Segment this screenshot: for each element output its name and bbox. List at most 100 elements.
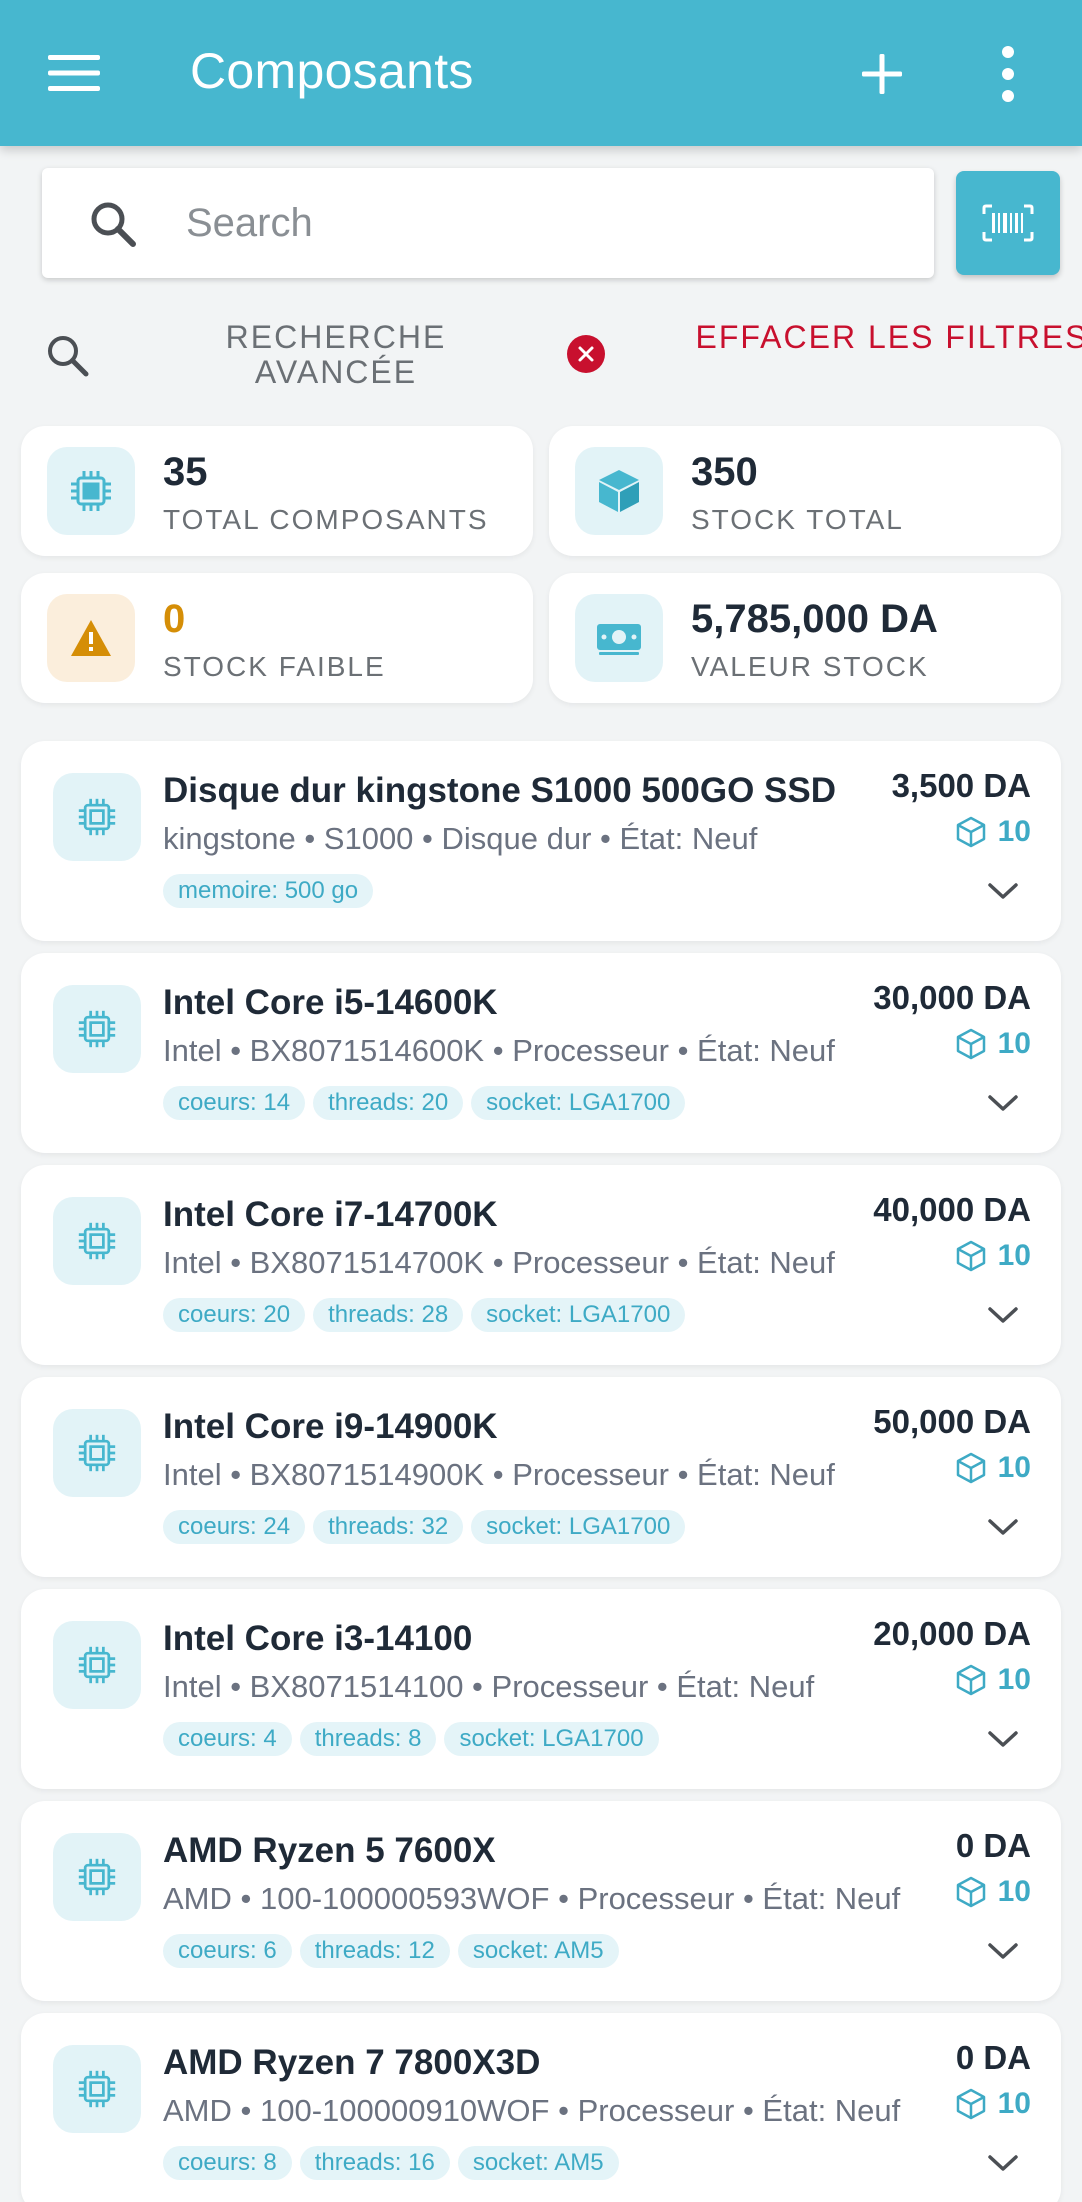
product-name: Intel Core i5-14600K	[163, 983, 498, 1022]
spec-tag: coeurs: 4	[163, 1722, 292, 1756]
cpu-chip-icon	[78, 1434, 116, 1472]
product-stock: 10	[956, 1451, 1031, 1485]
cash-icon	[597, 624, 641, 655]
product-price: 20,000 DA	[873, 1615, 1031, 1652]
chevron-down-icon	[988, 1095, 1018, 1111]
product-stock: 10	[956, 1663, 1031, 1697]
cpu-chip-icon	[78, 2070, 116, 2108]
search-icon	[91, 202, 136, 247]
spec-tag: socket: LGA1700	[444, 1722, 659, 1756]
spec-tag: socket: AM5	[457, 2146, 619, 2180]
expand-button[interactable]	[983, 1295, 1023, 1335]
box-outline-icon	[956, 1240, 985, 1272]
product-price: 0 DA	[955, 2039, 1031, 2076]
spec-tag: memoire: 500 go	[163, 874, 374, 908]
spec-tag: threads: 20	[313, 1086, 464, 1120]
product-card[interactable]: Intel Core i5-14600K Intel • BX807151460…	[21, 953, 1061, 1153]
product-meta: AMD • 100-100000910WOF • Processeur • Ét…	[163, 2093, 901, 2128]
add-component-button[interactable]	[846, 38, 918, 110]
stat-value: 5,785,000 DA	[691, 597, 938, 641]
app-bar: Composants	[0, 0, 1082, 146]
product-card[interactable]: Intel Core i7-14700K Intel • BX807151470…	[21, 1165, 1061, 1365]
chevron-down-icon	[988, 2155, 1018, 2171]
chevron-down-icon	[988, 1731, 1018, 1747]
product-card[interactable]: AMD Ryzen 5 7600X AMD • 100-100000593WOF…	[21, 1801, 1061, 2001]
expand-button[interactable]	[983, 1719, 1023, 1759]
stat-value: 35	[163, 450, 208, 494]
product-name: AMD Ryzen 7 7800X3D	[163, 2043, 541, 2082]
product-tags: memoire: 500 go	[163, 874, 374, 908]
product-meta: kingstone • S1000 • Disque dur • État: N…	[163, 821, 758, 856]
product-price: 0 DA	[955, 1827, 1031, 1864]
product-price: 30,000 DA	[873, 979, 1031, 1016]
box-outline-icon	[956, 1452, 985, 1484]
product-price: 40,000 DA	[873, 1191, 1031, 1228]
clear-filters-button[interactable]: EFFACER LES FILTRES	[566, 312, 1082, 402]
more-options-button[interactable]	[972, 38, 1044, 110]
stock-quantity: 10	[997, 1451, 1031, 1484]
spec-tag: threads: 12	[299, 1934, 450, 1968]
box-outline-icon	[956, 1876, 985, 1908]
cpu-chip-icon	[71, 471, 111, 511]
expand-button[interactable]	[983, 2143, 1023, 2183]
search-input[interactable]	[186, 188, 906, 258]
product-name: Disque dur kingstone S1000 500GO SSD	[163, 771, 836, 810]
stat-label: STOCK FAIBLE	[163, 651, 386, 682]
page-title: Composants	[190, 43, 474, 99]
expand-button[interactable]	[983, 1507, 1023, 1547]
product-name: Intel Core i9-14900K	[163, 1407, 498, 1446]
spec-tag: threads: 32	[313, 1510, 464, 1544]
stat-card-low-stock: 0 STOCK FAIBLE	[21, 573, 533, 703]
product-card[interactable]: Intel Core i3-14100 Intel • BX8071514100…	[21, 1589, 1061, 1789]
clear-filters-label: EFFACER LES FILTRES	[695, 319, 1082, 355]
more-vertical-icon	[1002, 46, 1014, 102]
barcode-scan-icon	[982, 204, 1034, 242]
product-tags: coeurs: 14 threads: 20 socket: LGA1700	[163, 1086, 686, 1120]
advanced-search-button[interactable]: RECHERCHE AVANCÉE	[36, 312, 456, 402]
box-outline-icon	[956, 816, 985, 848]
warning-icon	[71, 620, 111, 656]
box-outline-icon	[956, 1664, 985, 1696]
spec-tag: threads: 16	[299, 2146, 450, 2180]
plus-icon	[862, 54, 902, 94]
product-name: AMD Ryzen 5 7600X	[163, 1831, 496, 1870]
box-outline-icon	[956, 1028, 985, 1060]
product-meta: Intel • BX8071514700K • Processeur • Éta…	[163, 1245, 835, 1280]
spec-tag: socket: LGA1700	[471, 1510, 686, 1544]
spec-tag: coeurs: 20	[163, 1298, 306, 1332]
chevron-down-icon	[988, 883, 1018, 899]
expand-button[interactable]	[983, 1083, 1023, 1123]
product-stock: 10	[956, 2087, 1031, 2121]
stock-quantity: 10	[997, 1875, 1031, 1908]
product-stock: 10	[956, 1239, 1031, 1273]
cpu-chip-icon	[78, 1858, 116, 1896]
product-name: Intel Core i3-14100	[163, 1619, 473, 1658]
product-stock: 10	[956, 1027, 1031, 1061]
cpu-chip-icon	[78, 1010, 116, 1048]
expand-button[interactable]	[983, 871, 1023, 911]
spec-tag: coeurs: 24	[163, 1510, 306, 1544]
hamburger-menu-icon	[48, 55, 100, 91]
expand-button[interactable]	[983, 1931, 1023, 1971]
product-tags: coeurs: 8 threads: 16 socket: AM5	[163, 2146, 619, 2180]
close-circle-icon	[567, 335, 605, 373]
menu-button[interactable]	[36, 43, 112, 103]
stock-quantity: 10	[997, 1663, 1031, 1696]
search-icon	[48, 336, 89, 377]
stat-label: TOTAL COMPOSANTS	[163, 504, 489, 535]
stat-label: VALEUR STOCK	[691, 651, 929, 682]
box-outline-icon	[956, 2088, 985, 2120]
stat-label: STOCK TOTAL	[691, 504, 904, 535]
stock-quantity: 10	[997, 1239, 1031, 1272]
chevron-down-icon	[988, 1943, 1018, 1959]
product-card[interactable]: AMD Ryzen 7 7800X3D AMD • 100-100000910W…	[21, 2013, 1061, 2202]
product-name: Intel Core i7-14700K	[163, 1195, 498, 1234]
spec-tag: threads: 28	[313, 1298, 464, 1332]
product-meta: Intel • BX8071514100 • Processeur • État…	[163, 1669, 815, 1704]
spec-tag: threads: 8	[299, 1722, 437, 1756]
product-card[interactable]: Intel Core i9-14900K Intel • BX807151490…	[21, 1377, 1061, 1577]
product-stock: 10	[956, 1875, 1031, 1909]
barcode-scan-button[interactable]	[956, 171, 1060, 275]
product-card[interactable]: Disque dur kingstone S1000 500GO SSD kin…	[21, 741, 1061, 941]
spec-tag: socket: LGA1700	[471, 1298, 686, 1332]
